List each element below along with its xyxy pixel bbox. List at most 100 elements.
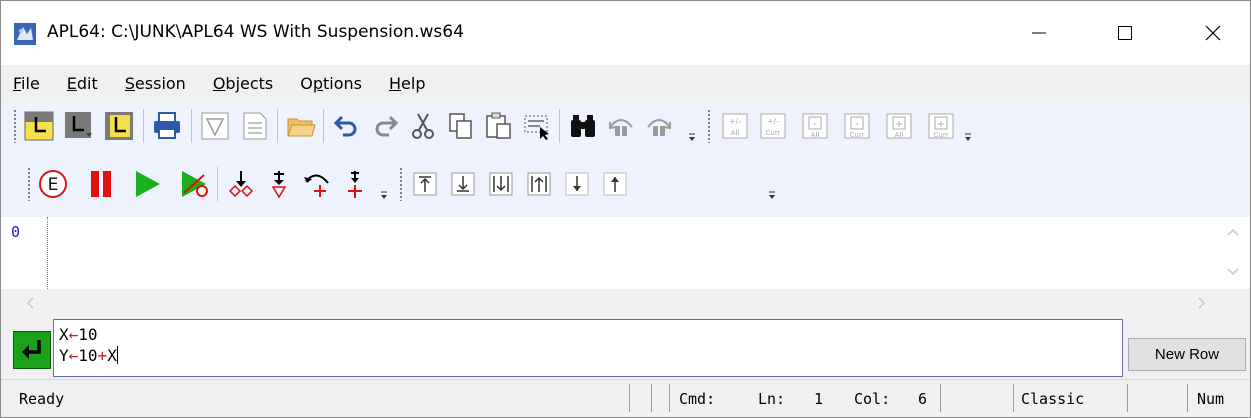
apl64-app-icon[interactable] bbox=[13, 22, 37, 46]
menu-session-mnemonic: S bbox=[124, 73, 135, 93]
menu-objects-mnemonic: O bbox=[212, 73, 226, 93]
up-arrow-icon bbox=[603, 172, 627, 196]
paste-button[interactable] bbox=[483, 110, 515, 142]
code-token: X bbox=[59, 325, 69, 344]
window-title: APL64: C:\JUNK\APL64 WS With Suspension.… bbox=[47, 22, 464, 42]
svg-text:All: All bbox=[811, 131, 820, 139]
execute-button[interactable] bbox=[13, 331, 51, 369]
rebuild-window-button[interactable] bbox=[103, 110, 135, 142]
step-add-button[interactable] bbox=[339, 168, 371, 200]
expand-all-button[interactable]: + All bbox=[883, 110, 915, 142]
up-arrow-button[interactable] bbox=[599, 168, 631, 200]
svg-text:+/-: +/- bbox=[767, 117, 779, 126]
code-line: X←10 bbox=[59, 324, 1117, 345]
find-next-icon bbox=[647, 119, 671, 136]
toolbar-grip[interactable] bbox=[13, 109, 17, 143]
open-folder-button[interactable] bbox=[285, 110, 317, 142]
svg-text:+/-: +/- bbox=[729, 117, 741, 126]
collapse-all-button[interactable]: - All bbox=[799, 110, 831, 142]
error-button[interactable]: E bbox=[37, 168, 69, 200]
down-stop-button[interactable] bbox=[485, 168, 517, 200]
menu-edit-mnemonic: E bbox=[66, 73, 77, 93]
cut-button[interactable] bbox=[407, 110, 439, 142]
status-bar: Ready Cmd: Ln: 1 Col: 6 Classic Num bbox=[1, 379, 1250, 417]
vertical-scrollbar[interactable] bbox=[1217, 217, 1250, 289]
expand-current-button[interactable]: + Curr bbox=[925, 110, 957, 142]
select-icon bbox=[524, 115, 549, 140]
collapse-current-button[interactable]: - Curr bbox=[841, 110, 873, 142]
toolbar-overflow-icon[interactable] bbox=[767, 189, 777, 201]
status-col-value: 6 bbox=[918, 390, 928, 408]
toolbar-overflow-icon[interactable] bbox=[379, 189, 389, 201]
maximize-icon bbox=[1118, 26, 1132, 40]
toolbar-grip[interactable] bbox=[707, 109, 711, 143]
pause-button[interactable] bbox=[85, 168, 117, 200]
maximize-button[interactable] bbox=[1095, 1, 1155, 65]
toolbar-separator bbox=[191, 109, 192, 143]
svg-text:Curr: Curr bbox=[850, 131, 865, 139]
assign-arrow: ← bbox=[68, 346, 79, 365]
scroll-right-icon[interactable] bbox=[1193, 295, 1209, 311]
new-window-button[interactable] bbox=[63, 110, 95, 142]
minimize-button[interactable] bbox=[1009, 1, 1069, 65]
up-stop-button[interactable] bbox=[523, 168, 555, 200]
find-previous-button[interactable] bbox=[605, 110, 637, 142]
menu-help-mnemonic: H bbox=[389, 73, 402, 93]
code-token: 10 bbox=[78, 325, 98, 344]
menu-edit-label: dit bbox=[76, 73, 98, 93]
top-icon bbox=[413, 172, 437, 196]
status-cmd: Cmd: bbox=[679, 390, 716, 408]
toggle-all-button[interactable]: +/- All bbox=[719, 110, 751, 142]
toolbar-grip[interactable] bbox=[27, 167, 31, 201]
pause-icon bbox=[91, 171, 111, 197]
toolbar-grip[interactable] bbox=[399, 167, 403, 201]
menu-options[interactable]: Options bbox=[300, 74, 362, 93]
redo-button[interactable] bbox=[369, 110, 401, 142]
binoculars-button[interactable] bbox=[567, 110, 599, 142]
status-ln-label: Ln: bbox=[758, 390, 786, 408]
top-button[interactable] bbox=[409, 168, 441, 200]
session-pane[interactable]: 0 bbox=[1, 217, 1250, 289]
collapse-current-icon: - Curr bbox=[844, 113, 870, 139]
error-icon: E bbox=[39, 170, 67, 198]
run-to-cursor-button[interactable] bbox=[177, 168, 209, 200]
session-window-button[interactable] bbox=[23, 110, 55, 142]
run-button[interactable] bbox=[131, 168, 163, 200]
print-button[interactable] bbox=[151, 110, 183, 142]
copy-button[interactable] bbox=[445, 110, 477, 142]
toolbar-overflow-icon[interactable] bbox=[687, 131, 697, 143]
svg-text:+: + bbox=[937, 119, 945, 130]
find-previous-icon bbox=[609, 119, 633, 136]
step-out-button[interactable] bbox=[301, 168, 333, 200]
scroll-left-icon[interactable] bbox=[23, 295, 39, 311]
bottom-button[interactable] bbox=[447, 168, 479, 200]
menu-edit[interactable]: Edit bbox=[67, 74, 98, 93]
find-next-button[interactable] bbox=[643, 110, 675, 142]
title-bar[interactable]: APL64: C:\JUNK\APL64 WS With Suspension.… bbox=[1, 1, 1250, 65]
menu-objects[interactable]: Objects bbox=[213, 74, 273, 93]
down-arrow-button[interactable] bbox=[561, 168, 593, 200]
notepad-button[interactable] bbox=[239, 110, 271, 142]
close-icon bbox=[1205, 25, 1221, 41]
select-button[interactable] bbox=[521, 110, 553, 142]
undo-button[interactable] bbox=[331, 110, 363, 142]
expand-current-icon: + Curr bbox=[928, 113, 954, 139]
find-button[interactable] bbox=[199, 110, 231, 142]
step-into-button[interactable] bbox=[263, 168, 295, 200]
new-row-button[interactable]: New Row bbox=[1128, 338, 1246, 371]
horizontal-scrollbar[interactable] bbox=[1, 289, 1250, 317]
code-token: X bbox=[107, 346, 117, 365]
close-button[interactable] bbox=[1183, 1, 1243, 65]
toolbar-separator bbox=[559, 109, 560, 143]
scroll-down-icon[interactable] bbox=[1225, 263, 1241, 279]
menu-session[interactable]: Session bbox=[125, 74, 186, 93]
toolbar-overflow-icon[interactable] bbox=[963, 131, 973, 143]
menu-file[interactable]: File bbox=[13, 74, 40, 93]
step-over-button[interactable] bbox=[225, 168, 257, 200]
toggle-current-button[interactable]: +/- Curr bbox=[757, 110, 789, 142]
menu-help[interactable]: Help bbox=[389, 74, 425, 93]
toolbar-separator bbox=[143, 109, 144, 143]
code-input[interactable]: X←10 Y←10+X bbox=[53, 319, 1123, 377]
bottom-icon bbox=[451, 172, 475, 196]
scroll-up-icon[interactable] bbox=[1225, 225, 1241, 241]
